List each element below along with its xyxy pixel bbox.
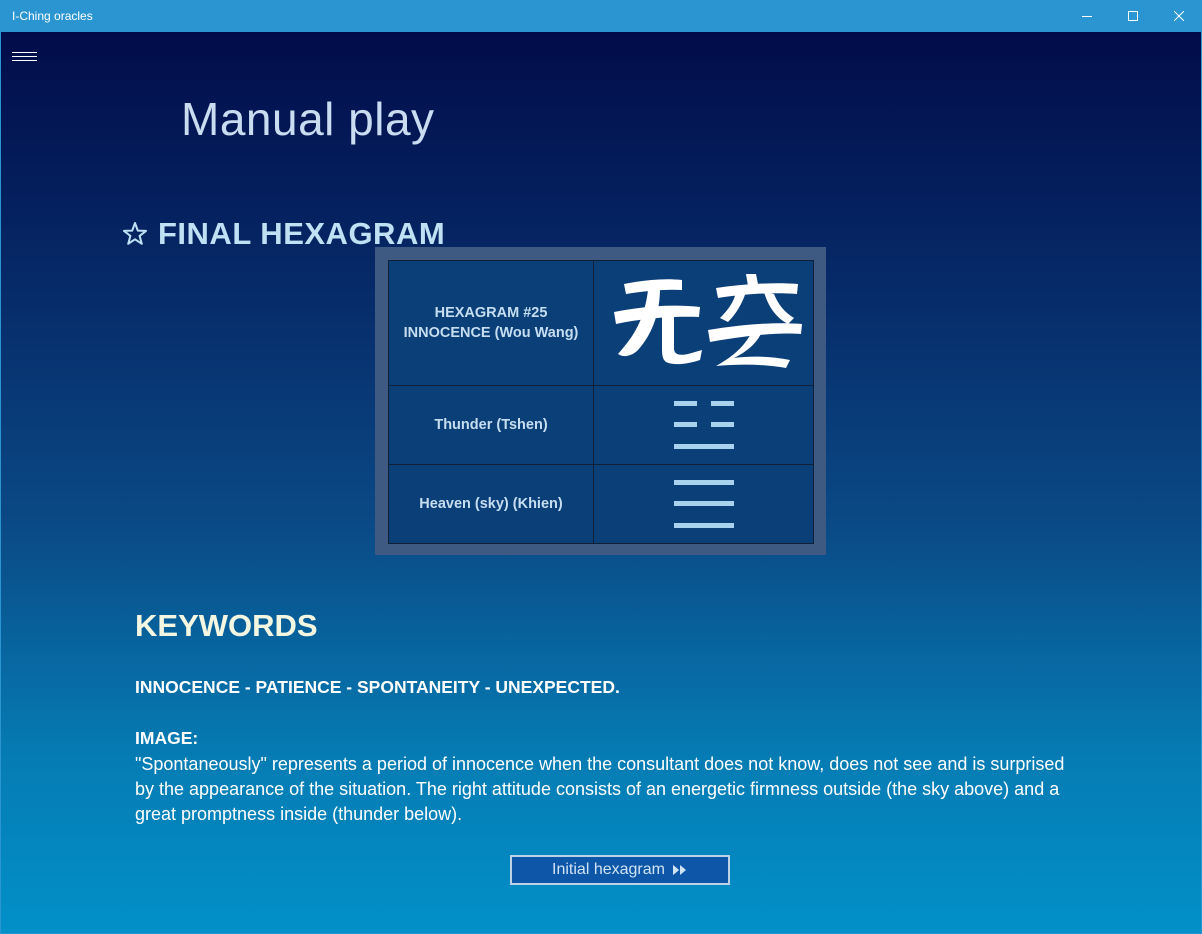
maximize-button[interactable] — [1110, 0, 1156, 32]
hexagram-title-row: HEXAGRAM #25 INNOCENCE (Wou Wang) — [388, 260, 814, 386]
close-icon — [1174, 11, 1184, 21]
character-wang — [707, 274, 802, 368]
chinese-character-image — [613, 274, 802, 368]
character-wu — [613, 279, 702, 365]
lower-trigram-name: Heaven (sky) (Khien) — [388, 464, 594, 544]
lower-trigram-cell — [593, 464, 814, 544]
image-label: IMAGE: — [135, 728, 199, 748]
hexagram-name-cell: HEXAGRAM #25 INNOCENCE (Wou Wang) — [388, 260, 594, 386]
hexagram-number: HEXAGRAM #25 — [434, 305, 548, 321]
app-title: I-Ching oracles — [12, 9, 93, 23]
keywords-line: INNOCENCE - PATIENCE - SPONTANEITY - UNE… — [135, 677, 620, 697]
page-title: Manual play — [181, 93, 435, 145]
initial-hexagram-button[interactable]: Initial hexagram — [510, 855, 730, 885]
minimize-button[interactable] — [1064, 0, 1110, 32]
image-description: "Spontaneously" represents a period of i… — [135, 754, 1065, 824]
initial-hexagram-button-label: Initial hexagram — [552, 861, 665, 878]
star-outline-icon — [123, 222, 147, 245]
maximize-icon — [1128, 11, 1138, 21]
heaven-trigram-icon — [673, 480, 734, 528]
hamburger-menu-button[interactable] — [12, 49, 38, 65]
hamburger-menu-icon — [12, 52, 37, 61]
upper-trigram-row: Thunder (Tshen) — [388, 385, 814, 465]
hexagram-table: HEXAGRAM #25 INNOCENCE (Wou Wang) Thunde… — [388, 260, 814, 544]
hexagram-character-cell — [593, 260, 814, 386]
close-button[interactable] — [1156, 0, 1202, 32]
double-chevron-right-icon — [672, 865, 686, 875]
lower-trigram-row: Heaven (sky) (Khien) — [388, 464, 814, 544]
app-window: I-Ching oracles Manual play FINAL HEXAGR… — [0, 0, 1202, 934]
upper-trigram-name: Thunder (Tshen) — [388, 385, 594, 465]
thunder-trigram-icon — [673, 401, 734, 449]
hexagram-name: INNOCENCE (Wou Wang) — [403, 325, 579, 341]
keywords-heading: KEYWORDS — [135, 608, 318, 643]
title-bar: I-Ching oracles — [0, 0, 1202, 32]
minimize-icon — [1082, 16, 1092, 17]
upper-trigram-cell — [593, 385, 814, 465]
